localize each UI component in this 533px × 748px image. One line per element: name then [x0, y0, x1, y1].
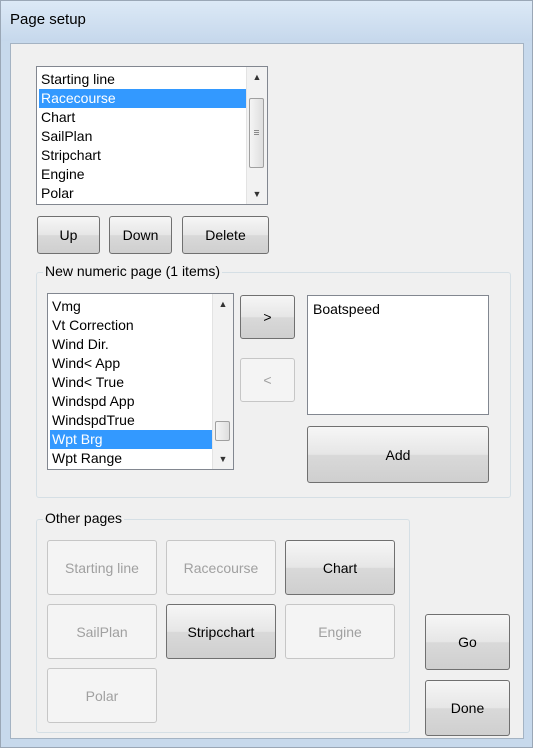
title-bar[interactable]: Page setup: [1, 1, 532, 41]
other-pages-group: Other pages Starting line Racecourse Cha…: [36, 510, 410, 733]
pages-list-item[interactable]: Stripchart: [39, 146, 246, 165]
field-list-item-selected[interactable]: Wpt Brg: [50, 430, 212, 449]
field-list-item[interactable]: Windspd App: [50, 392, 212, 411]
page-button-engine[interactable]: Engine: [285, 604, 395, 659]
pages-list-item[interactable]: Engine: [39, 165, 246, 184]
move-left-button[interactable]: <: [240, 358, 295, 402]
scroll-up-arrow-icon[interactable]: ▲: [247, 67, 267, 87]
pages-list-item[interactable]: Polar: [39, 184, 246, 203]
go-button[interactable]: Go: [425, 614, 510, 670]
scroll-down-arrow-icon[interactable]: ▼: [213, 449, 233, 469]
scroll-thumb[interactable]: [249, 98, 264, 168]
page-setup-window: Page setup Starting line Racecourse Char…: [0, 0, 533, 748]
delete-button[interactable]: Delete: [182, 216, 269, 254]
other-pages-legend: Other pages: [43, 510, 125, 526]
field-list-item[interactable]: Vt Correction: [50, 316, 212, 335]
new-numeric-page-legend: New numeric page (1 items): [43, 263, 223, 279]
down-button[interactable]: Down: [109, 216, 172, 254]
up-button[interactable]: Up: [37, 216, 100, 254]
dialog-body: Starting line Racecourse Chart SailPlan …: [10, 43, 524, 739]
scroll-up-arrow-icon[interactable]: ▲: [213, 294, 233, 314]
field-list-item[interactable]: Wpt Range: [50, 449, 212, 468]
new-numeric-page-group: New numeric page (1 items) Vmg Vt Correc…: [36, 263, 511, 498]
selected-fields-listbox[interactable]: Boatspeed: [307, 295, 489, 415]
pages-listbox[interactable]: Starting line Racecourse Chart SailPlan …: [36, 66, 268, 205]
available-fields-listbox[interactable]: Vmg Vt Correction Wind Dir. Wind< App Wi…: [47, 293, 234, 470]
field-list-item[interactable]: WindspdTrue: [50, 411, 212, 430]
scroll-grip-icon: [254, 130, 259, 136]
pages-list-item[interactable]: Chart: [39, 108, 246, 127]
scroll-thumb[interactable]: [215, 421, 230, 441]
page-button-polar[interactable]: Polar: [47, 668, 157, 723]
window-title: Page setup: [10, 11, 86, 28]
pages-list-item-selected[interactable]: Racecourse: [39, 89, 246, 108]
page-button-starting-line[interactable]: Starting line: [47, 540, 157, 595]
field-list-item[interactable]: Wind< True: [50, 373, 212, 392]
page-button-racecourse[interactable]: Racecourse: [166, 540, 276, 595]
pages-list-item[interactable]: SailPlan: [39, 127, 246, 146]
field-list-item[interactable]: Wind Dir.: [50, 335, 212, 354]
scroll-down-arrow-icon[interactable]: ▼: [247, 184, 267, 204]
fields-list-scrollbar[interactable]: ▲ ▼: [212, 294, 233, 469]
pages-list-scrollbar[interactable]: ▲ ▼: [246, 67, 267, 204]
page-button-stripchart[interactable]: Stripcchart: [166, 604, 276, 659]
add-button[interactable]: Add: [307, 426, 489, 483]
page-button-sailplan[interactable]: SailPlan: [47, 604, 157, 659]
done-button[interactable]: Done: [425, 680, 510, 736]
pages-list-item[interactable]: Starting line: [39, 70, 246, 89]
field-list-item[interactable]: Vmg: [50, 297, 212, 316]
selected-field-item[interactable]: Boatspeed: [313, 301, 380, 317]
move-right-button[interactable]: >: [240, 295, 295, 339]
field-list-item[interactable]: Wind< App: [50, 354, 212, 373]
page-button-chart[interactable]: Chart: [285, 540, 395, 595]
